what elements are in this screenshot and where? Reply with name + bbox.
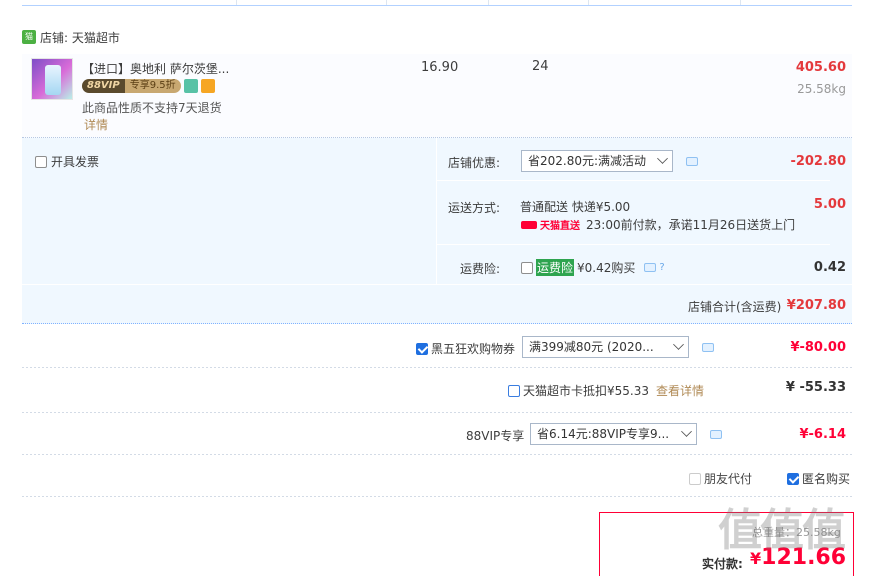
- insurance-checkbox[interactable]: [521, 261, 533, 274]
- tmall-direct-tag: 天猫直送: [521, 217, 580, 232]
- table-header-strip: [22, 0, 852, 6]
- coupon-label: 黑五狂欢购物券: [431, 342, 516, 356]
- card-icon: [200, 79, 215, 93]
- item-quantity: 24: [532, 59, 549, 74]
- insurance-amount: 0.42: [813, 260, 846, 275]
- shop-header: 猫 店铺: 天猫超市: [22, 26, 120, 48]
- message-icon[interactable]: [702, 343, 714, 352]
- chevron-down-icon: [681, 426, 692, 437]
- card-amount: ¥ -55.33: [785, 380, 846, 395]
- vip-label: 88VIP专享: [466, 429, 525, 443]
- help-icon[interactable]: ?: [659, 262, 664, 273]
- checkout-page: 猫 店铺: 天猫超市 【进口】奥地利 萨尔茨堡... 88VIP 专享9.5折 …: [0, 0, 869, 576]
- product-thumbnail[interactable]: [31, 58, 73, 100]
- shop-total-amount: ¥207.80: [786, 298, 846, 313]
- insurance-label: 运费险:: [460, 262, 501, 276]
- shipping-amount: 5.00: [813, 197, 846, 212]
- insurance-tag: 运费险: [536, 259, 575, 276]
- friend-pay-checkbox[interactable]: [689, 472, 701, 485]
- anonymous-label: 匿名购买: [802, 472, 851, 486]
- detail-link[interactable]: 详情: [84, 116, 108, 133]
- shop-discount-label: 店铺优惠:: [448, 156, 501, 170]
- vip-select[interactable]: 省6.14元:88VIP专享9...: [530, 423, 697, 445]
- product-title[interactable]: 【进口】奥地利 萨尔茨堡...: [82, 60, 229, 77]
- friend-pay-label: 朋友代付: [704, 472, 753, 486]
- chevron-down-icon: [673, 339, 684, 350]
- invoice-checkbox[interactable]: [35, 155, 47, 168]
- tmall-logo-icon: [521, 220, 537, 229]
- card-option: 天猫超市卡抵扣¥55.33 查看详情: [508, 382, 704, 399]
- service-icon: [183, 79, 198, 93]
- card-checkbox[interactable]: [508, 384, 520, 397]
- site-watermark: 值值值: [718, 505, 846, 556]
- shipping-label: 运送方式:: [448, 201, 501, 215]
- shipping-method: 普通配送 快递¥5.00: [520, 200, 631, 214]
- coupon-option: 黑五狂欢购物券: [416, 340, 515, 357]
- product-badges: 88VIP 专享9.5折: [82, 79, 215, 93]
- card-label: 天猫超市卡抵扣¥55.33: [523, 384, 649, 398]
- vip-amount: ¥-6.14: [799, 427, 846, 442]
- anonymous-checkbox[interactable]: [787, 472, 799, 485]
- coupon-checkbox[interactable]: [416, 342, 428, 355]
- unit-price: 16.90: [421, 60, 459, 75]
- message-icon[interactable]: [710, 430, 722, 439]
- friend-pay-option: 朋友代付: [689, 470, 752, 487]
- message-icon[interactable]: [644, 263, 657, 272]
- insurance-option: 运费险 ¥0.42购买 ?: [521, 259, 665, 276]
- delivery-promise-text: 23:00前付款，承诺11月26日送货上门: [586, 218, 796, 232]
- invoice-option: 开具发票: [35, 153, 99, 170]
- item-subtotal: 405.60: [795, 60, 846, 75]
- shop-discount-select[interactable]: 省202.80元:满减活动: [521, 150, 673, 172]
- message-icon[interactable]: [686, 157, 698, 166]
- insurance-price: ¥0.42购买: [577, 261, 636, 275]
- card-detail-link[interactable]: 查看详情: [656, 382, 704, 399]
- shop-name[interactable]: 店铺: 天猫超市: [40, 29, 120, 46]
- chevron-down-icon: [657, 153, 668, 164]
- tmall-shop-icon: 猫: [22, 30, 36, 44]
- no-return-note: 此商品性质不支持7天退货: [82, 101, 222, 115]
- shop-total-label: 店铺合计(含运费): [688, 300, 782, 314]
- coupon-amount: ¥-80.00: [790, 340, 846, 355]
- delivery-promise: 天猫直送 23:00前付款，承诺11月26日送货上门: [521, 216, 795, 233]
- vip-discount-badge: 88VIP 专享9.5折: [82, 79, 181, 93]
- shop-discount-amount: -202.80: [790, 154, 846, 169]
- invoice-label: 开具发票: [51, 155, 100, 169]
- coupon-select[interactable]: 满399减80元 (2020...: [522, 336, 689, 358]
- item-row: 【进口】奥地利 萨尔茨堡... 88VIP 专享9.5折 此商品性质不支持7天退…: [22, 54, 852, 138]
- anonymous-option: 匿名购买: [787, 470, 850, 487]
- item-weight: 25.58kg: [797, 82, 846, 96]
- panel-divider: [436, 138, 437, 284]
